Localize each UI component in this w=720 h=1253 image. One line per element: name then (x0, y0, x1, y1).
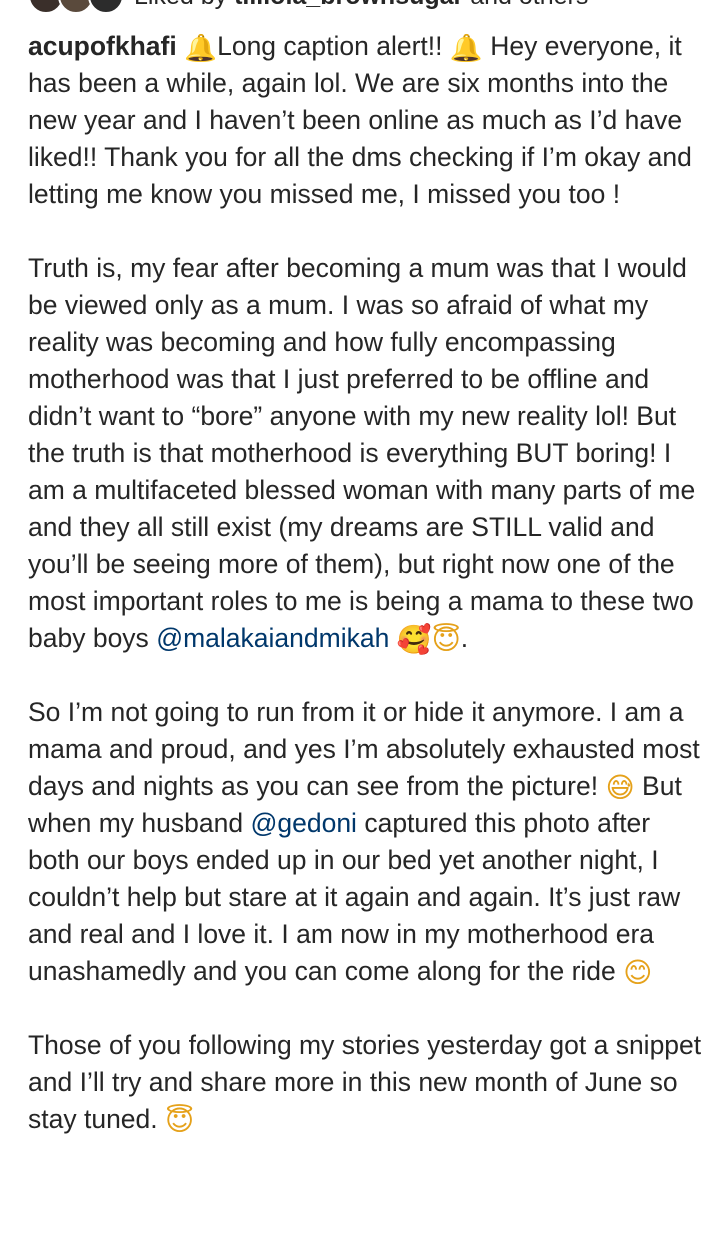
liked-by-text[interactable]: Liked by tilliola_brownsugar and others (134, 0, 588, 11)
liked-by-avatars (28, 0, 124, 14)
post-caption: acupofkhafi 🔔Long caption alert!! 🔔 Hey … (28, 28, 708, 1175)
bell-emoji-icon: 🔔 (184, 33, 218, 64)
caption-paragraph-3: So I’m not going to run from it or hide … (28, 694, 708, 990)
mention-link[interactable]: @malakaiandmikah (156, 623, 389, 653)
caption-text: So I’m not going to run from it or hide … (28, 697, 700, 801)
smiling-face-emoji-icon: 😊 (623, 956, 653, 989)
caption-username[interactable]: acupofkhafi (28, 31, 177, 61)
liked-by-suffix[interactable]: and others (470, 0, 588, 10)
smiling-face-with-halo-emoji-icon: 😇 (431, 623, 461, 656)
grinning-sweat-emoji-icon: 😅 (605, 771, 635, 804)
caption-text: Truth is, my fear after becoming a mum w… (28, 253, 696, 653)
smiling-face-with-hearts-emoji-icon: 🥰 (396, 623, 432, 656)
caption-text: Long caption alert!! (217, 31, 443, 61)
caption-paragraph-4: Those of you following my stories yester… (28, 1027, 708, 1138)
bell-emoji-icon: 🔔 (449, 33, 483, 64)
caption-paragraph-1: acupofkhafi 🔔Long caption alert!! 🔔 Hey … (28, 28, 708, 213)
caption-text: . (460, 623, 469, 653)
caption-text: Those of you following my stories yester… (28, 1030, 702, 1134)
liked-by-prefix: Liked by (134, 0, 227, 10)
smiling-face-with-halo-emoji-icon: 😇 (165, 1104, 195, 1137)
avatar (88, 0, 124, 14)
liked-by-username[interactable]: tilliola_brownsugar (234, 0, 463, 10)
liked-by-row[interactable]: Liked by tilliola_brownsugar and others (28, 0, 588, 14)
mention-link[interactable]: @gedoni (250, 808, 356, 838)
caption-paragraph-2: Truth is, my fear after becoming a mum w… (28, 250, 708, 657)
